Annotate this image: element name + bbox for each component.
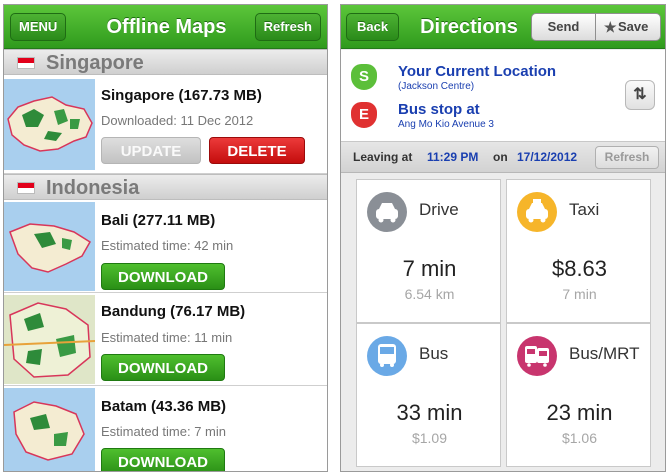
batam-map-thumbnail — [4, 388, 95, 471]
map-name: Singapore (167.73 MB) — [101, 87, 262, 104]
list-item: Bali (277.11 MB) Estimated time: 42 min … — [4, 200, 327, 293]
leaving-label: Leaving at — [353, 150, 413, 164]
singapore-flag-icon — [17, 57, 35, 69]
option-bus[interactable]: Bus 33 min $1.09 — [356, 323, 501, 467]
list-item: Singapore (167.73 MB) Downloaded: 11 Dec… — [4, 75, 327, 174]
on-label: on — [493, 150, 508, 164]
nav-bar: MENU Offline Maps Refresh — [4, 5, 327, 49]
refresh-departure-button[interactable]: Refresh — [595, 146, 659, 169]
route-panel: S Your Current Location (Jackson Centre)… — [341, 50, 665, 142]
back-button[interactable]: Back — [346, 13, 400, 41]
list-item: Bandung (76.17 MB) Estimated time: 11 mi… — [4, 293, 327, 386]
section-header-singapore: Singapore — [4, 49, 327, 75]
option-sub: 6.54 km — [404, 286, 455, 302]
bus-icon — [367, 336, 407, 376]
indonesia-flag-icon — [17, 182, 35, 194]
bandung-map-thumbnail — [4, 295, 95, 384]
option-label: Drive — [419, 200, 459, 219]
departure-time[interactable]: 11:29 PM — [427, 142, 478, 173]
offline-maps-screen: MENU Offline Maps Refresh Singapore Sing… — [3, 4, 328, 472]
option-bus-mrt[interactable]: Bus/MRT 23 min $1.06 — [506, 323, 651, 467]
page-title: Directions — [420, 16, 518, 38]
end-location-title[interactable]: Bus stop at — [398, 101, 480, 118]
option-label: Bus — [419, 344, 449, 363]
start-location-title[interactable]: Your Current Location — [398, 63, 556, 80]
send-button[interactable]: Send — [531, 13, 596, 41]
save-label: Save — [618, 19, 649, 34]
swap-route-icon[interactable]: ⇅ — [625, 80, 655, 110]
section-title: Singapore — [46, 52, 144, 74]
option-value: $8.63 — [551, 256, 608, 281]
end-marker-icon: E — [351, 102, 377, 132]
download-button[interactable]: DOWNLOAD — [101, 263, 225, 290]
taxi-icon — [517, 192, 557, 232]
map-detail: Downloaded: 11 Dec 2012 — [101, 113, 254, 128]
option-sub: $1.09 — [411, 430, 448, 446]
menu-button[interactable]: MENU — [10, 13, 67, 41]
map-detail: Estimated time: 11 min — [101, 330, 233, 345]
star-icon: ★ — [604, 19, 617, 35]
refresh-button[interactable]: Refresh — [254, 13, 321, 41]
option-value: 7 min — [402, 256, 457, 281]
start-marker-icon: S — [351, 64, 377, 94]
departure-bar: Leaving at 11:29 PM on 17/12/2012 Refres… — [341, 142, 665, 173]
list-item: Batam (43.36 MB) Estimated time: 7 min D… — [4, 386, 327, 471]
train-icon — [517, 336, 557, 376]
bali-map-thumbnail — [4, 202, 95, 291]
option-label: Taxi — [569, 200, 600, 219]
option-sub: 7 min — [562, 286, 597, 302]
map-detail: Estimated time: 42 min — [101, 238, 234, 253]
departure-date[interactable]: 17/12/2012 — [517, 142, 577, 173]
end-location-sub: Ang Mo Kio Avenue 3 — [398, 119, 494, 130]
section-header-indonesia: Indonesia — [4, 174, 327, 200]
nav-bar: Back Directions Send ★ Save — [341, 5, 665, 49]
start-location-sub: (Jackson Centre) — [398, 81, 475, 92]
page-title: Offline Maps — [106, 16, 227, 38]
section-title: Indonesia — [46, 177, 140, 199]
option-value: 33 min — [396, 400, 463, 425]
option-taxi[interactable]: Taxi $8.63 7 min — [506, 179, 651, 323]
directions-screen: Back Directions Send ★ Save S Your Curre… — [340, 4, 666, 472]
download-button[interactable]: DOWNLOAD — [101, 354, 225, 381]
save-button[interactable]: ★ Save — [595, 13, 661, 41]
update-button[interactable]: UPDATE — [101, 137, 201, 164]
option-value: 23 min — [546, 400, 613, 425]
option-drive[interactable]: Drive 7 min 6.54 km — [356, 179, 501, 323]
map-detail: Estimated time: 7 min — [101, 424, 226, 439]
map-name: Bandung (76.17 MB) — [101, 303, 246, 320]
singapore-map-thumbnail — [4, 79, 95, 170]
map-name: Bali (277.11 MB) — [101, 212, 216, 229]
option-label: Bus/MRT — [569, 344, 640, 363]
download-button[interactable]: DOWNLOAD — [101, 448, 225, 471]
delete-button[interactable]: DELETE — [209, 137, 305, 164]
map-name: Batam (43.36 MB) — [101, 398, 227, 415]
car-icon — [367, 192, 407, 232]
option-sub: $1.06 — [561, 430, 598, 446]
